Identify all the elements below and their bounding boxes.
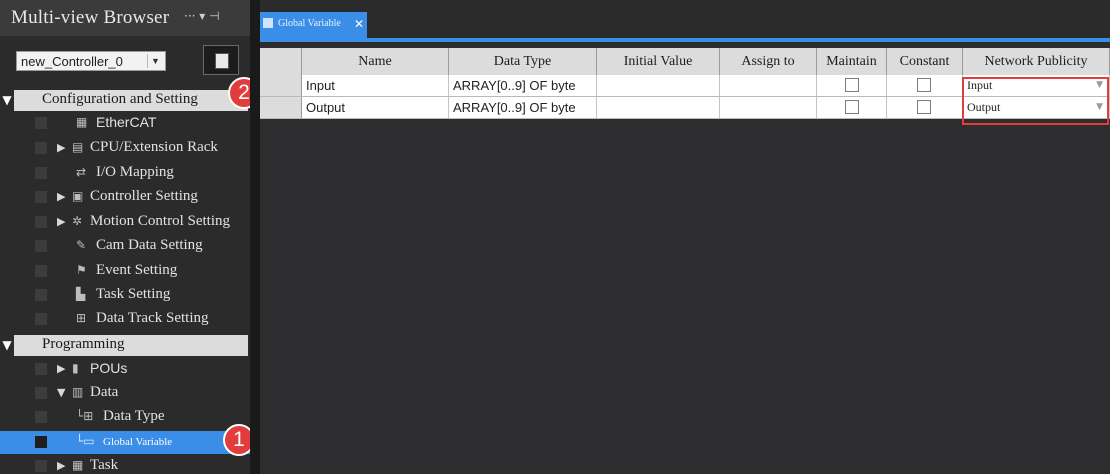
cell-maintain (817, 75, 887, 96)
global-variable-table: Name Data Type Initial Value Assign to M… (260, 38, 1110, 474)
ethercat-icon: ▦ (76, 115, 88, 129)
cell-initial-value[interactable] (597, 97, 720, 118)
cell-constant (887, 97, 963, 118)
tree-item-controller-setting[interactable]: ▶ ▣ Controller Setting (0, 186, 250, 209)
tree-item-event-setting[interactable]: ⚑ Event Setting (0, 260, 250, 283)
tree-item-label: Event Setting (96, 262, 178, 278)
tree-item-label: Task Setting (96, 286, 171, 302)
expand-arrow-icon[interactable]: ▶ (57, 215, 65, 228)
global-variable-icon (263, 18, 273, 28)
cell-initial-value[interactable] (597, 75, 720, 96)
constant-checkbox[interactable] (917, 78, 931, 92)
column-header-name[interactable]: Name (302, 48, 449, 75)
tree-item-cam-data-setting[interactable]: ✎ Cam Data Setting (0, 235, 250, 258)
collapse-triangle-icon[interactable]: ▼ (0, 338, 14, 352)
tree-item-label: CPU/Extension Rack (90, 139, 218, 155)
maintain-checkbox[interactable] (845, 78, 859, 92)
browser-header: Multi-view Browser ··· ▾ ⊣ (0, 0, 250, 36)
network-publicity-highlight (962, 77, 1109, 125)
section-configuration-and-setting[interactable]: ▼ Configuration and Setting (2, 90, 248, 111)
cell-data-type[interactable]: ARRAY[0..9] OF byte (449, 97, 597, 118)
event-setting-icon: ⚑ (76, 263, 87, 277)
row-header-corner (260, 48, 302, 75)
table-header: Name Data Type Initial Value Assign to M… (260, 48, 1110, 75)
controller-device-icon[interactable] (203, 45, 239, 75)
row-header[interactable] (260, 97, 302, 118)
motion-setting-icon: ✲ (72, 214, 83, 228)
chevron-down-icon[interactable]: ▼ (147, 54, 163, 68)
tree-item-task-setting[interactable]: ▙ Task Setting (0, 284, 250, 307)
tree-item-data-track-setting[interactable]: ⊞ Data Track Setting (0, 308, 250, 331)
column-header-network-publicity[interactable]: Network Publicity (963, 48, 1110, 75)
column-header-maintain[interactable]: Maintain (817, 48, 887, 75)
data-track-icon: ⊞ (76, 311, 87, 325)
close-icon[interactable]: ✕ (354, 17, 364, 31)
data-type-icon: └⊞ (76, 409, 94, 423)
section-label: Programming (42, 336, 125, 352)
tree-item-io-mapping[interactable]: ⇄ I/O Mapping (0, 162, 250, 185)
cell-constant (887, 75, 963, 96)
controller-select[interactable]: new_Controller_0 ▼ (16, 51, 166, 71)
cell-name[interactable]: Output (302, 97, 449, 118)
tree-item-label: I/O Mapping (96, 164, 174, 180)
controller-setting-icon: ▣ (72, 189, 84, 203)
tree-item-data[interactable]: ▼ ▥ Data (0, 382, 250, 405)
browser-title: Multi-view Browser (11, 7, 170, 28)
cell-data-type[interactable]: ARRAY[0..9] OF byte (449, 75, 597, 96)
tree-item-label: Cam Data Setting (96, 237, 203, 253)
editor-tab-bar: Global Variable ✕ (260, 0, 1110, 38)
column-header-constant[interactable]: Constant (887, 48, 963, 75)
tree-item-label: Motion Control Setting (90, 213, 231, 229)
tree-item-global-variable[interactable]: └▭ Global Variable (0, 431, 250, 454)
tree-item-cpu-extension-rack[interactable]: ▶ ▤ CPU/Extension Rack (0, 137, 250, 160)
rack-icon: ▤ (72, 140, 84, 154)
collapse-triangle-icon[interactable]: ▼ (0, 93, 14, 107)
tree-item-ethercat[interactable]: ▦ EtherCAT (0, 112, 250, 135)
tree-item-label: Data Track Setting (96, 310, 209, 326)
task-setting-icon: ▙ (76, 287, 86, 301)
pous-icon: ▮ (72, 361, 79, 375)
cell-assign-to[interactable] (720, 97, 817, 118)
expand-arrow-icon[interactable]: ▶ (57, 362, 65, 375)
row-header[interactable] (260, 75, 302, 96)
tree-item-pous[interactable]: ▶ ▮ POUs (0, 358, 250, 381)
data-icon: ▥ (72, 385, 84, 399)
io-mapping-icon: ⇄ (76, 165, 87, 179)
cell-assign-to[interactable] (720, 75, 817, 96)
collapse-arrow-icon[interactable]: ▼ (57, 386, 65, 399)
expand-arrow-icon[interactable]: ▶ (57, 141, 65, 154)
step-badge-1: 1 (223, 424, 250, 456)
tab-label: Global Variable (278, 18, 341, 29)
global-variable-icon: └▭ (76, 434, 95, 448)
expand-arrow-icon[interactable]: ▶ (57, 190, 65, 203)
cell-name[interactable]: Input (302, 75, 449, 96)
tree-item-data-type[interactable]: └⊞ Data Type (0, 406, 250, 429)
tree-item-label: Data (90, 384, 119, 400)
tree-item-label: Controller Setting (90, 188, 198, 204)
tree-item-label: Global Variable (103, 436, 173, 448)
column-header-initial-value[interactable]: Initial Value (597, 48, 720, 75)
column-header-data-type[interactable]: Data Type (449, 48, 597, 75)
section-programming[interactable]: ▼ Programming (2, 335, 248, 356)
maintain-checkbox[interactable] (845, 100, 859, 114)
constant-checkbox[interactable] (917, 100, 931, 114)
tree-item-label: Data Type (103, 408, 165, 424)
panel-divider[interactable] (250, 0, 260, 474)
tree-item-motion-control-setting[interactable]: ▶ ✲ Motion Control Setting (0, 211, 250, 234)
panel-options-icon[interactable]: ··· ▾ ⊣ (184, 9, 220, 23)
expand-arrow-icon[interactable]: ▶ (57, 459, 65, 472)
tree-item-label: EtherCAT (96, 114, 157, 130)
tree-item-label: Task (90, 457, 119, 473)
tab-global-variable[interactable]: Global Variable ✕ (260, 12, 367, 38)
column-header-assign-to[interactable]: Assign to (720, 48, 817, 75)
section-label: Configuration and Setting (42, 91, 198, 107)
task-icon: ▦ (72, 458, 84, 472)
cell-maintain (817, 97, 887, 118)
controller-select-value: new_Controller_0 (21, 54, 123, 69)
cam-data-icon: ✎ (76, 238, 87, 252)
tree-item-label: POUs (90, 360, 128, 376)
multi-view-browser-panel: Multi-view Browser ··· ▾ ⊣ new_Controlle… (0, 0, 250, 474)
tree-item-task[interactable]: ▶ ▦ Task (0, 455, 250, 474)
